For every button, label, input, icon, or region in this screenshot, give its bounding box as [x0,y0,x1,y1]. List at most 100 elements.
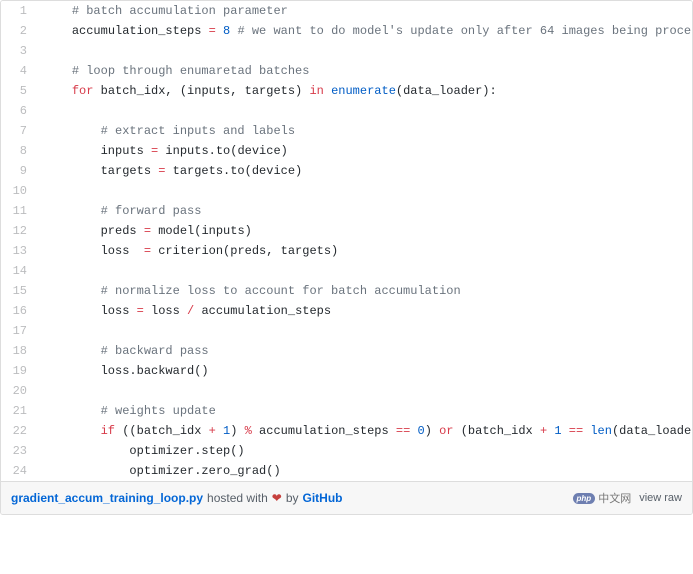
line-content [37,261,692,281]
code-token: (batch_idx [454,424,540,438]
line-number[interactable]: 8 [1,141,37,161]
code-line: 4 # loop through enumaretad batches [1,61,692,81]
line-number[interactable]: 18 [1,341,37,361]
code-token-pl-k: + [209,424,216,438]
line-content: preds = model(inputs) [37,221,692,241]
code-line: 1 # batch accumulation parameter [1,1,692,21]
code-token [43,424,101,438]
php-logo-icon: php [573,493,596,504]
line-content [37,101,692,121]
line-number[interactable]: 12 [1,221,37,241]
gist-filename-link[interactable]: gradient_accum_training_loop.py [11,491,203,505]
meta-right: php 中文网 view raw [573,490,682,506]
line-content: optimizer.step() [37,441,692,461]
code-line: 18 # backward pass [1,341,692,361]
code-token [43,124,101,138]
code-token-pl-k: % [245,424,252,438]
code-token: loss [43,244,144,258]
line-content [37,41,692,61]
line-number[interactable]: 21 [1,401,37,421]
code-line: 24 optimizer.zero_grad() [1,461,692,481]
code-line: 3 [1,41,692,61]
line-content: # batch accumulation parameter [37,1,692,21]
line-content: loss.backward() [37,361,692,381]
code-line: 23 optimizer.step() [1,441,692,461]
code-token [562,424,569,438]
code-line: 6 [1,101,692,121]
line-content: loss = criterion(preds, targets) [37,241,692,261]
code-line: 11 # forward pass [1,201,692,221]
code-token [43,204,101,218]
line-content: if ((batch_idx + 1) % accumulation_steps… [37,421,692,441]
line-number[interactable]: 24 [1,461,37,481]
line-number[interactable]: 19 [1,361,37,381]
line-number[interactable]: 17 [1,321,37,341]
code-token-pl-k: in [309,84,323,98]
line-number[interactable]: 10 [1,181,37,201]
view-raw-link[interactable]: view raw [639,492,682,504]
line-number[interactable]: 2 [1,21,37,41]
code-token [43,64,72,78]
code-token-pl-c: # loop through enumaretad batches [72,64,310,78]
line-number[interactable]: 23 [1,441,37,461]
code-token-pl-k: = [209,24,216,38]
code-token: inputs.to(device) [158,144,288,158]
code-token-pl-k: == [396,424,410,438]
code-token: model(inputs) [151,224,252,238]
line-number[interactable]: 13 [1,241,37,261]
line-number[interactable]: 3 [1,41,37,61]
code-token: (data_loader): [396,84,497,98]
code-token: ) [230,424,244,438]
line-number[interactable]: 20 [1,381,37,401]
line-number[interactable]: 4 [1,61,37,81]
line-number[interactable]: 6 [1,101,37,121]
line-content: optimizer.zero_grad() [37,461,692,481]
code-token-pl-c: # extract inputs and labels [101,124,295,138]
code-token-pl-c: # forward pass [101,204,202,218]
code-token [43,24,72,38]
code-token-pl-k: for [72,84,94,98]
code-token-pl-k: == [569,424,583,438]
line-number[interactable]: 16 [1,301,37,321]
line-content [37,181,692,201]
line-content [37,381,692,401]
code-token-pl-c: # weights update [101,404,216,418]
github-link[interactable]: GitHub [303,491,343,505]
line-number[interactable]: 7 [1,121,37,141]
code-token-pl-c: # backward pass [101,344,209,358]
php-badge: php 中文网 [573,490,632,506]
gist-meta-bar: gradient_accum_training_loop.py hosted w… [1,481,692,514]
code-token: loss.backward() [43,364,209,378]
line-number[interactable]: 22 [1,421,37,441]
code-token [43,4,72,18]
code-token-pl-k: = [144,244,151,258]
line-number[interactable]: 14 [1,261,37,281]
line-number[interactable]: 9 [1,161,37,181]
line-content: # extract inputs and labels [37,121,692,141]
line-number[interactable]: 1 [1,1,37,21]
code-line: 15 # normalize loss to account for batch… [1,281,692,301]
code-token [216,424,223,438]
code-line: 10 [1,181,692,201]
code-token [324,84,331,98]
code-token [43,404,101,418]
code-token-pl-c1: 1 [554,424,561,438]
code-token: accumulation_steps [194,304,331,318]
code-line: 9 targets = targets.to(device) [1,161,692,181]
line-content: # forward pass [37,201,692,221]
code-token: inputs [43,144,151,158]
line-number[interactable]: 15 [1,281,37,301]
line-content: # backward pass [37,341,692,361]
code-token: loss [43,304,137,318]
code-line: 5 for batch_idx, (inputs, targets) in en… [1,81,692,101]
code-token: ((batch_idx [115,424,209,438]
meta-left: gradient_accum_training_loop.py hosted w… [11,491,343,505]
code-token [43,84,72,98]
line-number[interactable]: 11 [1,201,37,221]
code-token [410,424,417,438]
code-token [43,284,101,298]
line-content: # normalize loss to account for batch ac… [37,281,692,301]
by-text: by [286,491,299,505]
line-number[interactable]: 5 [1,81,37,101]
code-token [43,344,101,358]
